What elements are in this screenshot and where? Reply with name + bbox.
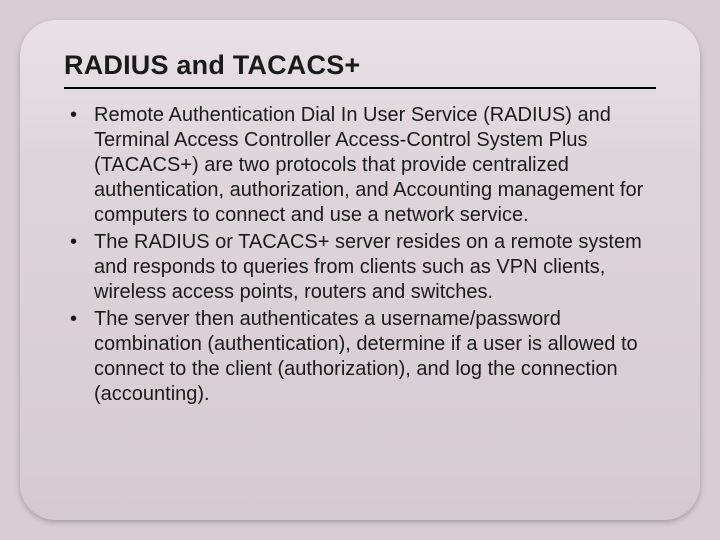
- list-item: The server then authenticates a username…: [64, 307, 656, 407]
- slide-title: RADIUS and TACACS+: [64, 50, 656, 81]
- bullet-list: Remote Authentication Dial In User Servi…: [64, 103, 656, 407]
- slide-frame: RADIUS and TACACS+ Remote Authentication…: [20, 20, 700, 520]
- title-underline: [64, 87, 656, 89]
- list-item: Remote Authentication Dial In User Servi…: [64, 103, 656, 228]
- list-item: The RADIUS or TACACS+ server resides on …: [64, 230, 656, 305]
